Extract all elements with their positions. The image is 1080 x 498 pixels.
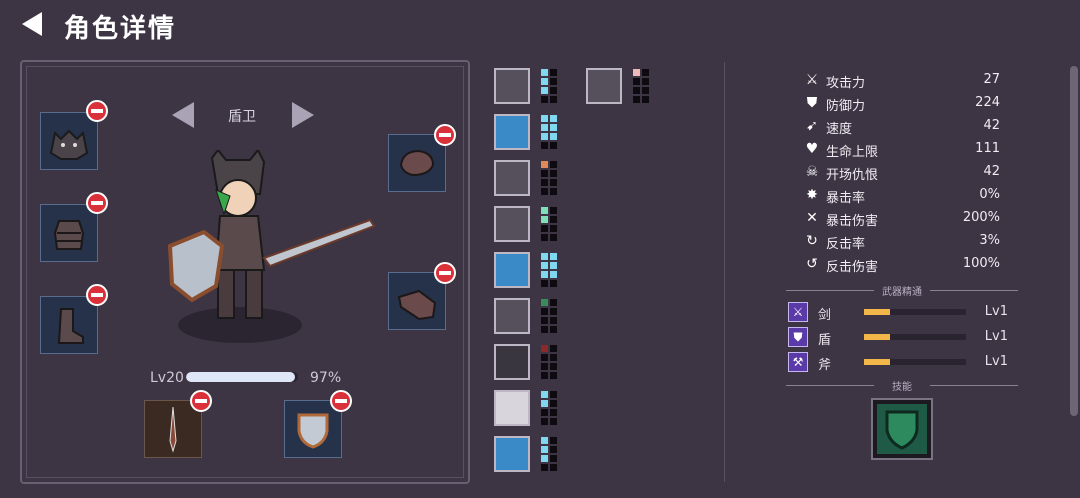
scrollbar[interactable] — [1070, 66, 1078, 416]
remove-weapon-button[interactable] — [190, 390, 212, 412]
xp-percent: 97% — [310, 370, 342, 386]
sword-mastery-icon: ⚔ — [788, 302, 808, 322]
passive-skill-1-level — [541, 69, 557, 103]
passive-skill-1-icon[interactable] — [494, 68, 530, 104]
passive-skill-4-icon[interactable] — [494, 206, 530, 242]
active-skill-slot[interactable] — [871, 398, 933, 460]
mastery-row-shield: ⛊ 盾 Lv1 — [788, 327, 1018, 349]
stat-row: ♥ 生命上限 111 — [805, 141, 1000, 160]
chest-armor-icon — [53, 220, 85, 250]
axe-mastery-icon: ⚒ — [788, 352, 808, 372]
mastery-bar-fill — [864, 334, 890, 340]
stat-row: ⛊ 防御力 224 — [800, 93, 1010, 115]
wolf-helmet-icon — [49, 129, 89, 160]
passive-skill-2-icon[interactable] — [494, 114, 530, 150]
mastery-bar — [864, 334, 966, 340]
passive-skill-extra-level — [633, 69, 649, 103]
crit-damage-icon: ✕ — [806, 210, 818, 226]
passive-skill-6-level — [541, 299, 557, 333]
xp-bar-fill — [186, 372, 295, 382]
back-arrow-icon[interactable] — [22, 12, 42, 36]
passive-skill-5-icon[interactable] — [494, 252, 530, 288]
passive-skill-9-icon[interactable] — [494, 436, 530, 472]
passive-skill-7-level — [541, 345, 557, 379]
mastery-bar — [864, 359, 966, 365]
mastery-bar — [864, 309, 966, 315]
mastery-row-axe: ⚒ 斧 Lv1 — [788, 352, 1018, 374]
remove-helmet-button[interactable] — [86, 100, 108, 122]
passive-skill-3-icon[interactable] — [494, 160, 530, 196]
remove-offhand-button[interactable] — [330, 390, 352, 412]
stat-row: ↺ 反击伤害 100% — [800, 254, 1010, 276]
level-label: Lv20 — [150, 370, 184, 386]
sword-icon: ⚔ — [805, 72, 819, 88]
boot-icon: ➹ — [806, 118, 818, 134]
passive-skill-6-icon[interactable] — [494, 298, 530, 334]
page-title: 角色详情 — [64, 14, 177, 44]
weapon-mastery-title: 武器精通 — [780, 283, 1024, 298]
passive-skill-5-level — [541, 253, 557, 287]
counter-icon: ↻ — [806, 233, 818, 249]
shield-skill-icon — [877, 404, 927, 454]
passive-skill-9-level — [541, 437, 557, 471]
gauntlet-icon — [397, 289, 437, 321]
shield-icon: ⛊ — [806, 95, 818, 111]
divider — [724, 62, 725, 482]
header: 角色详情 — [0, 0, 1080, 52]
mastery-row-sword: ⚔ 剑 Lv1 — [788, 302, 1018, 324]
stat-row: ⚔ 攻击力 27 — [805, 72, 1000, 91]
character-sprite — [167, 150, 376, 343]
shield-mastery-icon: ⛊ — [788, 327, 808, 347]
stat-row: ✸ 暴击率 0% — [800, 185, 1010, 207]
remove-boots-button[interactable] — [86, 284, 108, 306]
pauldron-icon — [399, 149, 435, 177]
counter-damage-icon: ↺ — [806, 256, 818, 272]
shield-item-icon — [297, 413, 329, 449]
passive-skill-8-level — [541, 391, 557, 425]
passive-skill-3-level — [541, 161, 557, 195]
equip-slot-boots[interactable] — [40, 296, 98, 354]
passive-skill-8-icon[interactable] — [494, 390, 530, 426]
boots-icon — [57, 308, 84, 344]
remove-armor-button[interactable] — [86, 192, 108, 214]
passive-skill-2-level — [541, 115, 557, 149]
passive-skill-4-level — [541, 207, 557, 241]
skills-title: 技能 — [780, 378, 1024, 393]
stat-row: ✕ 暴击伤害 200% — [800, 208, 1010, 230]
stat-row: ☠ 开场仇恨 42 — [805, 164, 1000, 183]
heart-icon: ♥ — [805, 141, 819, 157]
mastery-bar-fill — [864, 359, 890, 365]
mastery-bar-fill — [864, 309, 890, 315]
stat-row: ↻ 反击率 3% — [800, 231, 1010, 253]
passive-skill-7-icon[interactable] — [494, 344, 530, 380]
equip-slot-helmet[interactable] — [40, 112, 98, 170]
sword-item-icon — [169, 406, 177, 453]
passive-skill-extra-icon[interactable] — [586, 68, 622, 104]
next-class-arrow-icon[interactable] — [292, 102, 314, 128]
remove-accessory-button[interactable] — [434, 124, 456, 146]
remove-gloves-button[interactable] — [434, 262, 456, 284]
stat-row: ➹ 速度 42 — [800, 116, 1010, 138]
equip-slot-armor[interactable] — [40, 204, 98, 262]
class-name: 盾卫 — [228, 109, 256, 125]
xp-bar — [186, 372, 298, 382]
crit-icon: ✸ — [806, 187, 818, 203]
skull-icon: ☠ — [805, 164, 819, 180]
prev-class-arrow-icon[interactable] — [172, 102, 194, 128]
